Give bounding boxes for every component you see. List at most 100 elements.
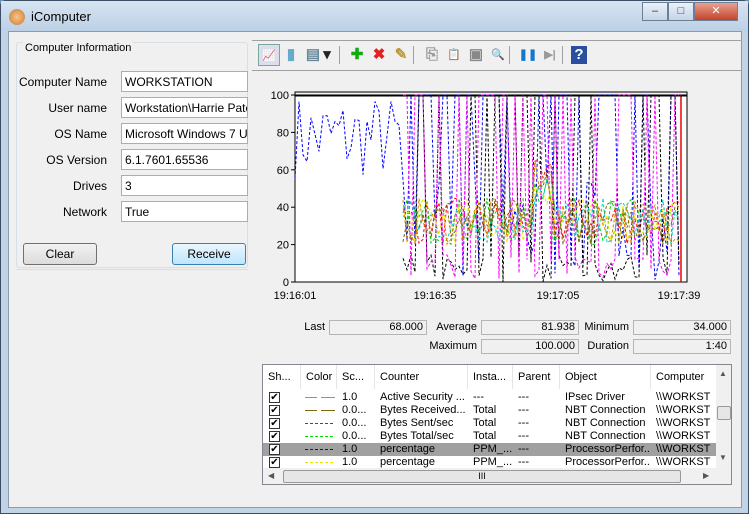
y-tick-label: 60 bbox=[277, 165, 289, 177]
app-icon bbox=[9, 9, 25, 25]
field-label: Network bbox=[62, 205, 107, 219]
properties-button[interactable]: ▣ bbox=[465, 44, 487, 66]
show-checkbox[interactable]: ✔ bbox=[269, 444, 280, 455]
freeze-display-button[interactable]: ❚❚ bbox=[517, 44, 539, 66]
help-button[interactable]: ? bbox=[571, 46, 587, 64]
column-header[interactable]: Color bbox=[301, 365, 337, 389]
highlight-icon: ✎ bbox=[394, 46, 408, 63]
show-checkbox[interactable]: ✔ bbox=[269, 431, 280, 442]
field-label: Drives bbox=[72, 179, 107, 193]
dropdown-button[interactable]: ▾ bbox=[321, 44, 333, 66]
y-tick-label: 40 bbox=[277, 202, 289, 214]
client-area: Computer Information Computer Name WORKST… bbox=[8, 31, 742, 508]
update-data-icon: ▶| bbox=[544, 49, 556, 61]
zoom-button[interactable]: 🔍 bbox=[487, 44, 509, 66]
y-tick-label: 20 bbox=[277, 240, 289, 252]
field-label: User name bbox=[48, 101, 107, 115]
show-checkbox[interactable]: ✔ bbox=[269, 418, 280, 429]
column-header[interactable]: Counter bbox=[375, 365, 468, 389]
field-label: OS Name bbox=[54, 127, 107, 141]
y-tick-label: 0 bbox=[283, 277, 289, 289]
copy-properties-button[interactable]: ⎘ bbox=[421, 44, 443, 66]
cell-computer: \\WORKST bbox=[656, 443, 711, 455]
view-histogram-button[interactable]: ▮ bbox=[280, 44, 302, 66]
cell-counter: Active Security ... bbox=[380, 391, 465, 403]
vertical-scrollbar[interactable]: ▲ ▼ bbox=[716, 365, 731, 468]
cell-instance: PPM_... bbox=[473, 443, 512, 455]
show-checkbox[interactable]: ✔ bbox=[269, 405, 280, 416]
counter-row[interactable]: ✔ 1.0 Active Security ... --- --- IPsec Drive… bbox=[263, 391, 716, 404]
column-header[interactable]: Sc... bbox=[337, 365, 375, 389]
show-checkbox[interactable]: ✔ bbox=[269, 392, 280, 403]
window-title: iComputer bbox=[31, 9, 91, 24]
title-bar: iComputer – □ ✕ bbox=[1, 1, 748, 31]
minimize-button[interactable]: – bbox=[642, 2, 668, 21]
field-input-0[interactable]: WORKSTATION bbox=[121, 71, 248, 92]
cell-parent: --- bbox=[518, 443, 529, 455]
scroll-left-icon[interactable]: ◀ bbox=[268, 471, 274, 480]
column-header[interactable]: Insta... bbox=[468, 365, 513, 389]
help-icon: ? bbox=[574, 46, 584, 63]
field-input-5[interactable]: True bbox=[121, 201, 248, 222]
cell-scale: 1.0 bbox=[342, 443, 358, 455]
color-swatch bbox=[305, 436, 335, 437]
field-input-2[interactable]: Microsoft Windows 7 Ultim bbox=[121, 123, 248, 144]
add-counter-button[interactable]: ✚ bbox=[346, 44, 368, 66]
cell-scale: 0.0... bbox=[342, 404, 367, 416]
field-input-4[interactable]: 3 bbox=[121, 175, 248, 196]
color-swatch bbox=[305, 423, 335, 424]
x-tick-label: 19:17:39 bbox=[658, 290, 701, 302]
toolbar-separator bbox=[509, 46, 510, 64]
cell-computer: \\WORKST bbox=[656, 391, 711, 403]
highlight-button[interactable]: ✎ bbox=[390, 44, 412, 66]
counter-row[interactable]: ✔ 0.0... Bytes Sent/sec Total --- NBT Connect… bbox=[263, 417, 716, 430]
receive-button[interactable]: Receive bbox=[172, 243, 246, 265]
horizontal-scrollbar[interactable]: ◀ III ▶ bbox=[263, 468, 731, 484]
toolbar-separator bbox=[413, 46, 414, 64]
update-data-button[interactable]: ▶| bbox=[539, 44, 561, 66]
color-swatch bbox=[305, 410, 335, 411]
clear-button[interactable]: Clear bbox=[23, 243, 97, 265]
field-input-3[interactable]: 6.1.7601.65536 bbox=[121, 149, 248, 170]
counter-row[interactable]: ✔ 0.0... Bytes Received... Total --- NBT Conn… bbox=[263, 404, 716, 417]
column-header[interactable]: Parent bbox=[513, 365, 560, 389]
maximum-value: 100.000 bbox=[481, 339, 579, 354]
toolbar-top-border bbox=[252, 40, 742, 41]
dropdown-icon: ▾ bbox=[323, 46, 331, 63]
view-report-icon: ▤ bbox=[305, 46, 321, 63]
cell-scale: 0.0... bbox=[342, 430, 367, 442]
vertical-scroll-thumb[interactable] bbox=[717, 406, 731, 420]
zoom-icon: 🔍 bbox=[491, 49, 505, 61]
freeze-display-icon: ❚❚ bbox=[518, 49, 538, 61]
average-label: Average bbox=[436, 321, 477, 333]
minimum-label: Minimum bbox=[584, 321, 629, 333]
counter-list[interactable]: Sh... Color Sc... Counter Insta... Parent Obje… bbox=[262, 364, 732, 485]
horizontal-scroll-thumb[interactable]: III bbox=[283, 470, 681, 483]
column-header[interactable]: Computer bbox=[651, 365, 721, 389]
duration-value: 1:40 bbox=[633, 339, 731, 354]
column-header[interactable]: Object bbox=[560, 365, 651, 389]
computer-info-group: Computer Information Computer Name WORKST… bbox=[16, 42, 248, 268]
color-swatch bbox=[305, 397, 335, 398]
cell-instance: Total bbox=[473, 430, 497, 442]
close-button[interactable]: ✕ bbox=[694, 2, 738, 21]
show-checkbox[interactable]: ✔ bbox=[269, 457, 280, 468]
color-swatch bbox=[305, 449, 335, 450]
counter-row[interactable]: ✔ 0.0... Bytes Total/sec Total --- NBT Connec… bbox=[263, 430, 716, 443]
cell-parent: --- bbox=[518, 404, 529, 416]
field-input-1[interactable]: Workstation\Harrie Patem bbox=[121, 97, 248, 118]
column-header[interactable]: Sh... bbox=[263, 365, 301, 389]
graph-panel: 100 80 60 40 20 0 19:16:01 19:16:35 19:17:05 19:1… bbox=[252, 72, 742, 352]
delete-counter-button[interactable]: ✖ bbox=[368, 44, 390, 66]
scroll-up-icon[interactable]: ▲ bbox=[719, 369, 727, 378]
scroll-down-icon[interactable]: ▼ bbox=[719, 453, 727, 462]
scroll-right-icon[interactable]: ▶ bbox=[703, 471, 709, 480]
maximize-button[interactable]: □ bbox=[668, 2, 694, 21]
toolbar-bottom-border bbox=[252, 70, 742, 71]
cell-object: NBT Connection bbox=[565, 404, 646, 416]
counter-row[interactable]: ✔ 1.0 percentage PPM_... --- ProcessorPerfor.… bbox=[263, 443, 716, 456]
cell-instance: Total bbox=[473, 417, 497, 429]
field-label: OS Version bbox=[46, 153, 107, 167]
view-graph-button[interactable]: 📈 bbox=[258, 44, 280, 66]
paste-counter-list-button[interactable]: 📋 bbox=[443, 44, 465, 66]
